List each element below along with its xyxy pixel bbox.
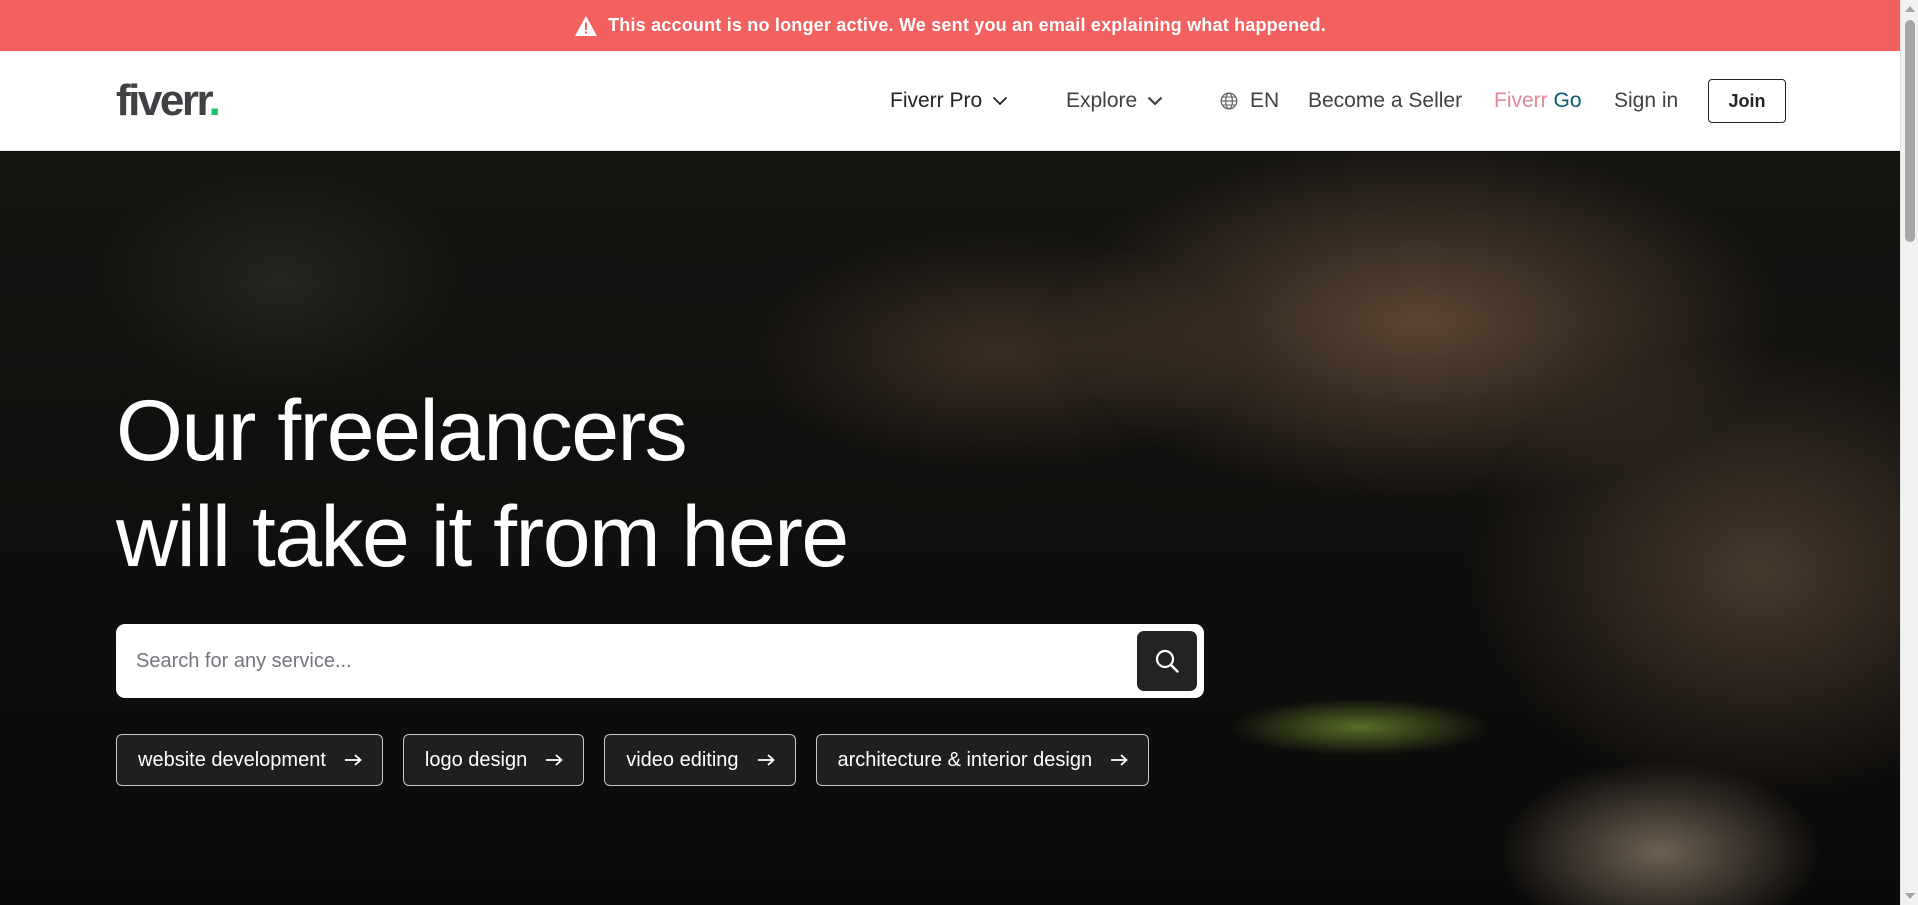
hero-title-line-1: Our freelancers [116,383,688,479]
nav-sign-in-label: Sign in [1614,89,1679,112]
search-button[interactable] [1137,631,1197,691]
scroll-down-arrow-icon[interactable] [1905,893,1915,899]
fiverr-logo[interactable]: fiverr. [116,75,221,127]
chip-website-development[interactable]: website development [116,734,383,786]
chip-logo-design[interactable]: logo design [402,734,585,786]
chip-video-editing[interactable]: video editing [604,734,796,786]
nav-fiverr-pro-label: Fiverr Pro [890,89,983,112]
page: This account is no longer active. We sen… [0,0,1918,905]
popular-services: website development logo design video ed… [116,734,1150,786]
chip-label: logo design [424,748,528,771]
arrow-right-icon [1111,754,1128,766]
logo-text: fiverr [116,76,211,125]
hero-title-line-2: will take it from here [116,489,849,585]
search-input[interactable] [116,624,1137,698]
nav-language[interactable]: EN [1220,87,1279,115]
nav-fiverr-go[interactable]: Fiverr Go [1494,87,1582,115]
chip-architecture-interior-design[interactable]: architecture & interior design [815,734,1150,786]
nav-fiverr-go-label-b: Go [1553,89,1582,112]
chip-label: architecture & interior design [837,748,1093,771]
scrollbar-thumb[interactable] [1905,20,1915,242]
page-scrollbar[interactable] [1900,0,1918,905]
globe-icon [1220,92,1238,110]
chevron-down-icon [993,96,1008,106]
arrow-right-icon [344,754,362,766]
arrow-right-icon [546,754,564,766]
nav-fiverr-pro[interactable]: Fiverr Pro [890,87,1008,115]
scroll-up-arrow-icon[interactable] [1905,6,1915,12]
hero-section: Our freelancers will take it from here w… [0,152,1900,905]
search-bar [116,624,1204,698]
banner-text: This account is no longer active. We sen… [608,15,1326,35]
account-inactive-banner: This account is no longer active. We sen… [0,0,1900,51]
chip-label: video editing [626,748,739,771]
chip-label: website development [138,748,326,771]
warning-icon [575,15,598,36]
nav-explore-label: Explore [1066,89,1138,112]
nav-explore[interactable]: Explore [1066,87,1163,115]
search-icon [1155,649,1179,673]
nav-fiverr-go-label-a: Fiverr [1494,89,1548,112]
nav-become-seller[interactable]: Become a Seller [1308,87,1462,115]
site-header: fiverr. Fiverr Pro Explore EN Become a S… [0,51,1900,151]
hero-title: Our freelancers will take it from here [116,378,849,590]
nav-become-seller-label: Become a Seller [1308,89,1463,112]
logo-dot: . [208,76,221,125]
nav-sign-in[interactable]: Sign in [1614,87,1678,115]
arrow-right-icon [757,754,775,766]
join-button[interactable]: Join [1708,79,1786,123]
chevron-down-icon [1147,96,1163,106]
nav-language-label: EN [1250,89,1280,112]
